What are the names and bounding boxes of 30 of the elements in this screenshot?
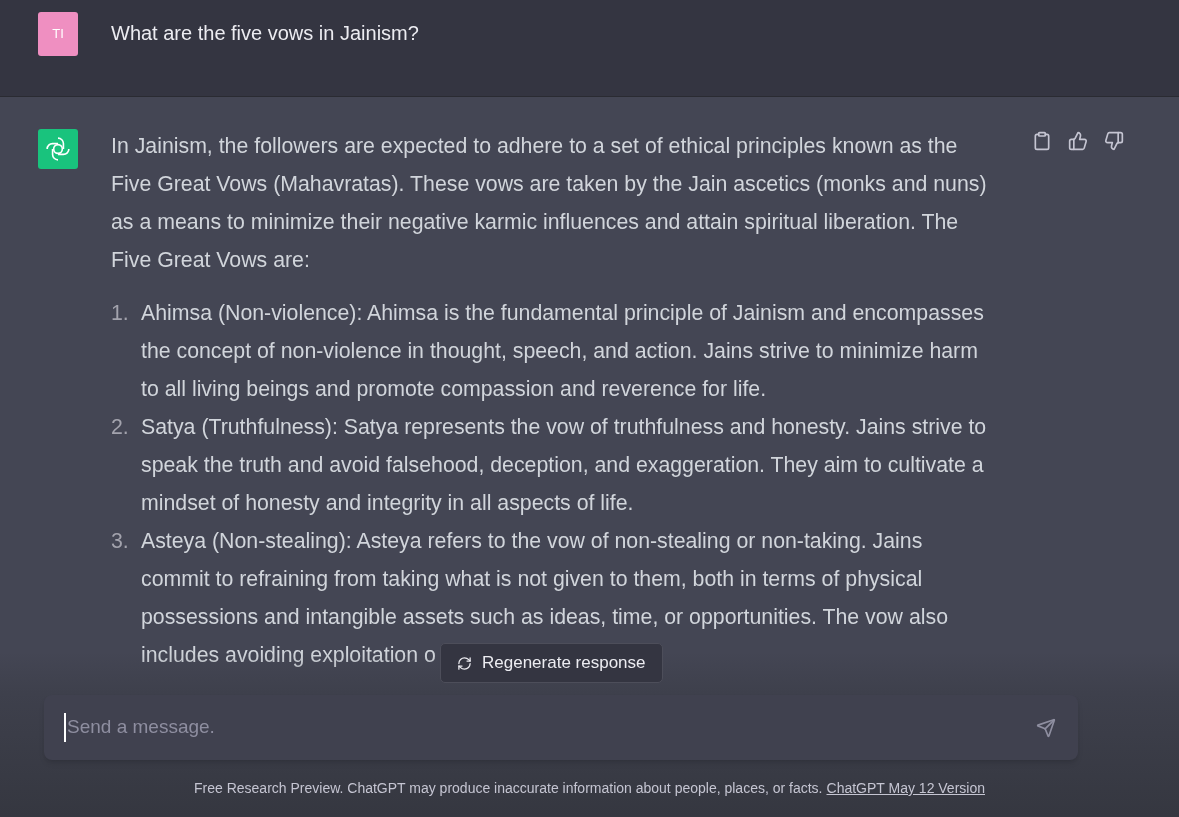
list-number: 1. (111, 300, 130, 326)
text-line: Five Great Vows (Mahavratas). These vows are taken by the Jain ascetics (monks and nuns) (111, 171, 987, 197)
text-line: Five Great Vows are: (111, 247, 310, 273)
text-line: as a means to minimize their negative karmic influences and attain spiritual liberation. The (111, 209, 959, 235)
text-line: Ahimsa (Non-violence): Ahimsa is the fundamental principle of Jainism and encompasses (141, 300, 984, 326)
user-avatar: TI (38, 12, 78, 56)
thumbs-up-icon[interactable] (1068, 131, 1088, 151)
list-number: 2. (111, 414, 130, 440)
version-link[interactable]: ChatGPT May 12 Version (826, 778, 985, 799)
regenerate-button[interactable]: Regenerate response (440, 643, 663, 683)
list-number: 3. (111, 528, 130, 554)
text-line: commit to refraining from taking what is not given to them, both in terms of physical (141, 566, 923, 592)
text-line: In Jainism, the followers are expected to adhere to a set of ethical principles known as the (111, 133, 958, 159)
text-line: mindset of honesty and integrity in all aspects of life. (141, 490, 634, 516)
footer-disclaimer: Free Research Preview. ChatGPT may produce inaccurate information about people, places, or facts. (194, 779, 823, 798)
message-input[interactable]: Send a message. (64, 713, 1036, 742)
send-icon[interactable] (1036, 717, 1056, 738)
logo-icon (45, 136, 71, 162)
text-line: Asteya (Non-stealing): Asteya refers to the vow of non-stealing or non-taking. Jains (141, 528, 923, 554)
text-line: speak the truth and avoid falsehood, deception, and exaggeration. They aim to cultivate a (141, 452, 984, 478)
copy-icon[interactable] (1032, 131, 1052, 151)
text-line: Satya (Truthfulness): Satya represents the vow of truthfulness and honesty. Jains strive to (141, 414, 987, 440)
thumbs-down-icon[interactable] (1104, 131, 1124, 151)
text-line: to all living beings and promote compassion and reverence for life. (141, 376, 767, 402)
message-field[interactable]: Send a message. (44, 695, 1078, 760)
refresh-icon (457, 655, 472, 671)
user-message: What are the five vows in Jainism? (111, 21, 419, 46)
text-line: includes avoiding exploitation o (141, 642, 436, 668)
text-line: the concept of non-violence in thought, speech, and action. Jains strive to minimize harm (141, 338, 978, 364)
text-line: possessions and intangible assets such as ideas, time, or opportunities. The vow also (141, 604, 948, 630)
